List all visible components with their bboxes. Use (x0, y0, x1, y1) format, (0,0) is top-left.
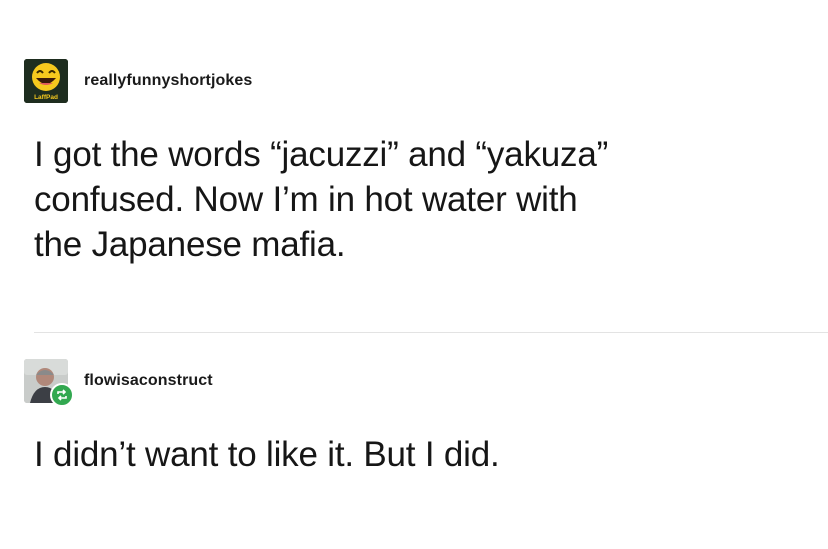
tumblr-screenshot: LaffPad reallyfunnyshortjokes I got the … (0, 0, 828, 549)
post-text-line: I didn’t want to like it. But I did. (34, 435, 500, 474)
post-text-line: confused. Now I’m in hot water with (34, 180, 578, 219)
original-post: LaffPad reallyfunnyshortjokes I got the … (24, 58, 828, 267)
reblog-badge (50, 383, 74, 407)
post-text: I got the words “jacuzzi” and “yakuza” c… (34, 132, 828, 267)
laughing-emoji-icon: LaffPad (24, 59, 68, 103)
username[interactable]: flowisaconstruct (84, 372, 213, 390)
post-text: I didn’t want to like it. But I did. (34, 432, 828, 477)
avatar-logo-text: LaffPad (34, 94, 58, 101)
reblog-icon (57, 389, 67, 401)
reblog-comment: flowisaconstruct I didn’t want to like i… (24, 358, 828, 477)
avatar[interactable]: LaffPad (24, 59, 68, 103)
post-header: LaffPad reallyfunnyshortjokes (24, 58, 828, 104)
username[interactable]: reallyfunnyshortjokes (84, 72, 252, 90)
avatar[interactable] (24, 359, 74, 407)
post-text-line: I got the words “jacuzzi” and “yakuza” (34, 135, 609, 174)
post-divider (34, 332, 828, 333)
post-text-line: the Japanese mafia. (34, 225, 346, 264)
post-header: flowisaconstruct (24, 358, 828, 407)
